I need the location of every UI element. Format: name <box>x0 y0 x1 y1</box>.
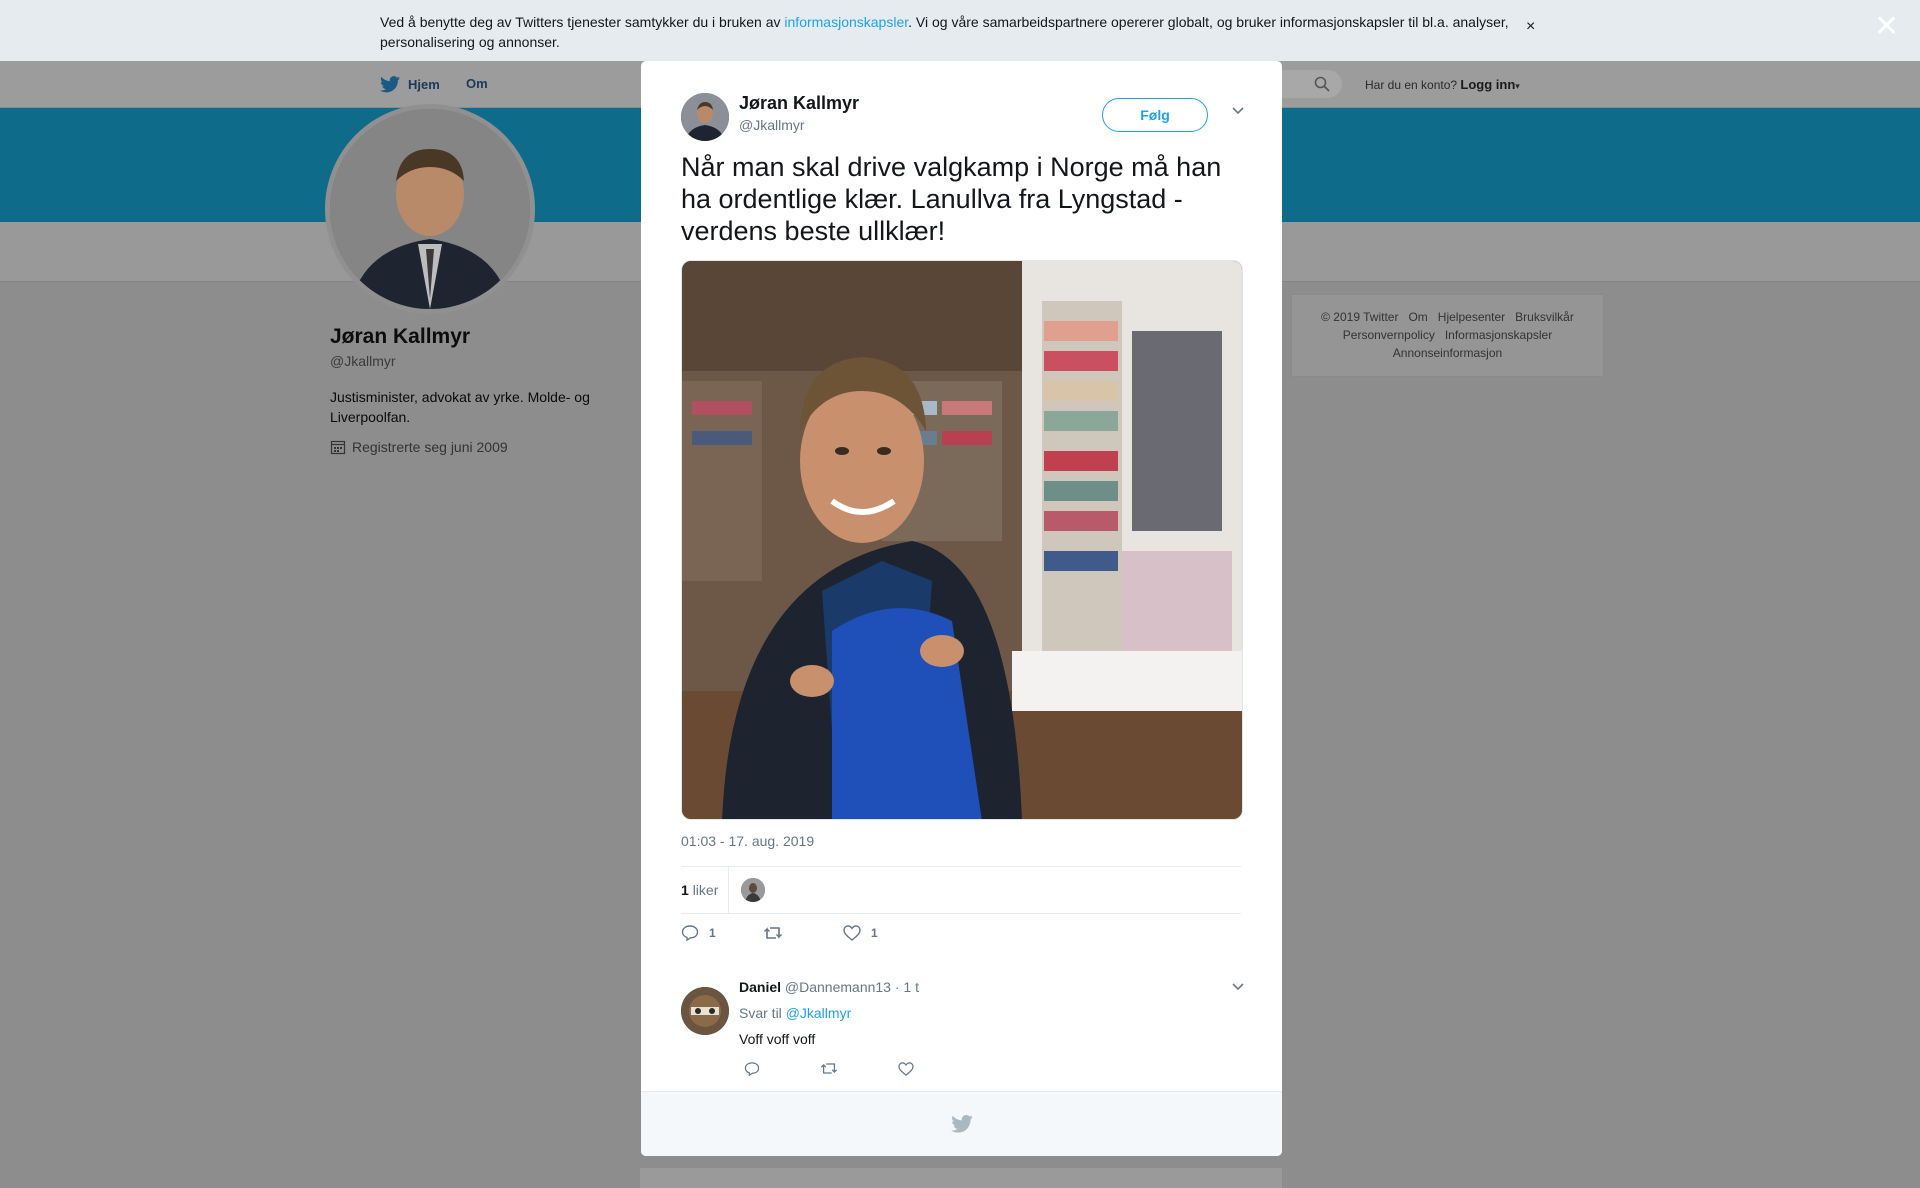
author-handle[interactable]: @Jkallmyr <box>739 117 859 133</box>
reply-to-handle[interactable]: @Jkallmyr <box>786 1005 852 1021</box>
footer-link-about[interactable]: Om <box>1408 310 1427 324</box>
likes-count-number: 1 <box>681 882 689 898</box>
tweet-actions: 1 1 <box>681 925 878 941</box>
chevron-down-icon[interactable] <box>1231 105 1245 115</box>
cookie-text: Ved å benytte deg av Twitters tjenester … <box>380 12 1520 52</box>
footer-link-privacy[interactable]: Personvernpolicy <box>1343 328 1435 342</box>
cookie-banner: Ved å benytte deg av Twitters tjenester … <box>0 0 1920 61</box>
footer-link-help[interactable]: Hjelpesenter <box>1438 310 1505 324</box>
reply-avatar[interactable] <box>681 987 729 1035</box>
likes-count[interactable]: 1 liker <box>681 882 718 898</box>
profile-avatar[interactable] <box>325 104 535 314</box>
twitter-bird-icon <box>950 1115 973 1133</box>
reply-text: Voff voff voff <box>739 1031 816 1047</box>
like-button[interactable]: 1 <box>843 925 878 941</box>
tweet-modal: Jøran Kallmyr @Jkallmyr Følg Når man ska… <box>641 61 1282 1156</box>
cookie-close-icon[interactable]: × <box>1526 18 1535 36</box>
reply-count: 1 <box>709 926 716 940</box>
heart-icon <box>843 925 861 941</box>
reply-author-handle[interactable]: @Dannemann13 <box>785 979 891 995</box>
divider <box>681 913 1241 914</box>
calendar-icon <box>330 440 346 455</box>
author-avatar-photo <box>681 93 729 141</box>
reply-icon <box>681 925 699 941</box>
tweet-timestamp[interactable]: 01:03 - 17. aug. 2019 <box>681 833 814 849</box>
profile-joined: Registrerte seg juni 2009 <box>330 439 630 455</box>
liker-avatar-photo <box>741 878 766 902</box>
footer-link-ads[interactable]: Annonseinformasjon <box>1393 346 1502 360</box>
modal-footer <box>641 1091 1282 1156</box>
likes-row: 1 liker <box>681 867 1241 913</box>
divider <box>728 867 730 913</box>
author-names: Jøran Kallmyr @Jkallmyr <box>739 93 859 133</box>
tweet-photo[interactable] <box>681 260 1243 820</box>
reply-actions <box>744 1062 914 1076</box>
reply-author-name[interactable]: Daniel <box>739 979 781 995</box>
nav-home-label: Hjem <box>408 77 440 92</box>
close-icon[interactable]: ✕ <box>1874 12 1899 42</box>
profile-bio: Justisminister, advokat av yrke. Molde- … <box>330 389 590 425</box>
tweet-author[interactable]: Jøran Kallmyr @Jkallmyr <box>681 93 859 141</box>
search-icon[interactable] <box>1314 76 1330 92</box>
reply-icon[interactable] <box>744 1062 760 1076</box>
likes-count-label: liker <box>692 882 719 898</box>
reply-button[interactable]: 1 <box>681 925 763 941</box>
author-name[interactable]: Jøran Kallmyr <box>739 93 859 114</box>
bottom-strip <box>640 1168 1282 1188</box>
author-avatar[interactable] <box>681 93 729 141</box>
chevron-down-icon: ▾ <box>1515 81 1520 91</box>
reply-avatar-photo <box>681 987 729 1035</box>
twitter-bird-icon <box>380 76 400 93</box>
reply-to-label: Svar til <box>739 1005 782 1021</box>
login-link[interactable]: Logg inn <box>1460 77 1515 92</box>
nav-about[interactable]: Om <box>466 76 488 91</box>
reply-body: Daniel @Dannemann13 · 1 t Svar til @Jkal… <box>739 979 1229 1047</box>
profile-card: Jøran Kallmyr @Jkallmyr Justisminister, … <box>330 325 630 455</box>
account-prompt: Har du en konto? Logg inn▾ <box>1365 77 1520 92</box>
heart-icon[interactable] <box>898 1062 914 1076</box>
retweet-button[interactable] <box>763 926 843 940</box>
cookie-text-before: Ved å benytte deg av Twitters tjenester … <box>380 14 785 30</box>
profile-joined-text: Registrerte seg juni 2009 <box>352 439 508 455</box>
profile-photo <box>330 109 530 309</box>
reply-header: Daniel @Dannemann13 · 1 t <box>739 979 1229 995</box>
like-count: 1 <box>871 926 878 940</box>
retweet-icon[interactable] <box>820 1062 838 1075</box>
cookie-link[interactable]: informasjonskapsler <box>784 14 908 30</box>
liker-avatar[interactable] <box>741 878 766 902</box>
reply-time[interactable]: · 1 t <box>895 979 919 995</box>
tweet-photo-image <box>682 261 1242 819</box>
account-prompt-text: Har du en konto? <box>1365 78 1458 92</box>
profile-handle[interactable]: @Jkallmyr <box>330 353 630 369</box>
footer-link-cookies[interactable]: Informasjonskapsler <box>1445 328 1552 342</box>
footer-copyright: © 2019 Twitter <box>1321 310 1399 324</box>
footer-link-terms[interactable]: Bruksvilkår <box>1515 310 1574 324</box>
nav-home[interactable]: Hjem <box>380 76 440 93</box>
footer-links: © 2019 Twitter Om Hjelpesenter Bruksvilkår … <box>1291 294 1604 377</box>
profile-name[interactable]: Jøran Kallmyr <box>330 325 630 349</box>
reply-to: Svar til @Jkallmyr <box>739 1005 1229 1021</box>
chevron-down-icon[interactable] <box>1231 981 1245 991</box>
retweet-icon <box>764 927 782 939</box>
follow-button[interactable]: Følg <box>1102 98 1208 132</box>
tweet-text: Når man skal drive valgkamp i Norge må h… <box>681 152 1222 246</box>
